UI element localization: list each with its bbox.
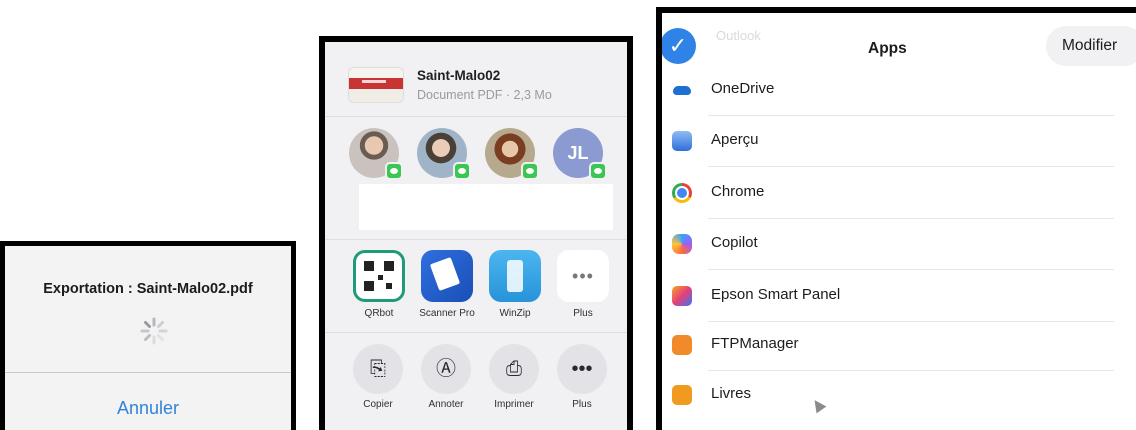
scanner-pro-icon[interactable] [421,250,473,302]
action-label: Plus [572,399,592,410]
onedrive-icon [672,80,692,100]
document-meta: Document PDF · 2,3 Mo [417,88,552,102]
copy-icon[interactable]: ⎘ [353,344,403,394]
app-row-label: Chrome [711,183,765,200]
export-title: Exportation : Saint-Malo02.pdf [43,281,253,297]
contact-avatar[interactable] [349,128,403,180]
books-icon [672,385,692,405]
more-apps-icon[interactable]: ••• [557,250,609,302]
markup-icon[interactable]: Ⓐ [421,344,471,394]
messages-badge-icon [385,162,403,180]
app-label: Plus [573,308,593,319]
app-row-label: Copilot [711,234,758,251]
messages-badge-icon [521,162,539,180]
contact-avatar[interactable]: JL [553,128,607,180]
app-row-label: Epson Smart Panel [711,286,841,303]
export-dialog: Exportation : Saint-Malo02.pdf Annuler [0,241,296,430]
copilot-icon [672,234,692,254]
action-label: Imprimer [494,399,534,410]
chrome-icon [672,183,692,203]
app-label: WinZip [499,308,531,319]
app-label: QRbot [364,308,394,319]
divider [325,116,627,117]
document-name: Saint-Malo02 [417,68,501,83]
print-icon[interactable]: ⎙ [489,344,539,394]
apercu-icon [672,131,692,151]
contact-names-area [359,184,613,230]
action-label: Copier [363,399,393,410]
share-sheet: Saint-Malo02 Document PDF · 2,3 Mo JL QR… [319,36,633,430]
app-row-onedrive[interactable]: OneDrive [662,65,1136,116]
app-row-label: OneDrive [711,80,775,97]
action-label: Annoter [428,399,464,410]
app-row-ftpmanager[interactable]: FTPManager [662,320,1136,371]
divider [5,372,291,373]
app-row-label: Livres [711,385,752,402]
messages-badge-icon [453,162,471,180]
done-checkmark-button[interactable]: ✓ [662,28,696,64]
app-row-copilot[interactable]: Copilot [662,219,1136,270]
document-thumbnail [349,68,403,102]
app-row-epson[interactable]: Epson Smart Panel [662,271,1136,322]
divider [325,239,627,240]
loading-spinner-icon [140,317,168,345]
apps-panel: Outlook ✓ Apps Modifier OneDrive Aperçu … [656,7,1136,430]
app-row-label: Aperçu [711,131,759,148]
scrolled-item-label: Outlook [716,28,761,43]
contact-avatar[interactable] [485,128,539,180]
epson-icon [672,286,692,306]
cancel-button[interactable]: Annuler [5,398,291,419]
app-row-chrome[interactable]: Chrome [662,168,1136,219]
panel-title: Apps [868,40,907,57]
ftpmanager-icon [672,335,692,355]
app-row-label: FTPManager [711,335,799,352]
winzip-icon[interactable] [489,250,541,302]
modify-button[interactable]: Modifier [1046,26,1136,66]
contact-avatar[interactable] [417,128,471,180]
app-row-apercu[interactable]: Aperçu [662,116,1136,167]
divider [325,332,627,333]
messages-badge-icon [589,162,607,180]
qrbot-icon[interactable] [353,250,405,302]
more-actions-icon[interactable]: ••• [557,344,607,394]
app-label: Scanner Pro [419,308,475,319]
app-row-livres[interactable]: Livres [662,370,1136,421]
